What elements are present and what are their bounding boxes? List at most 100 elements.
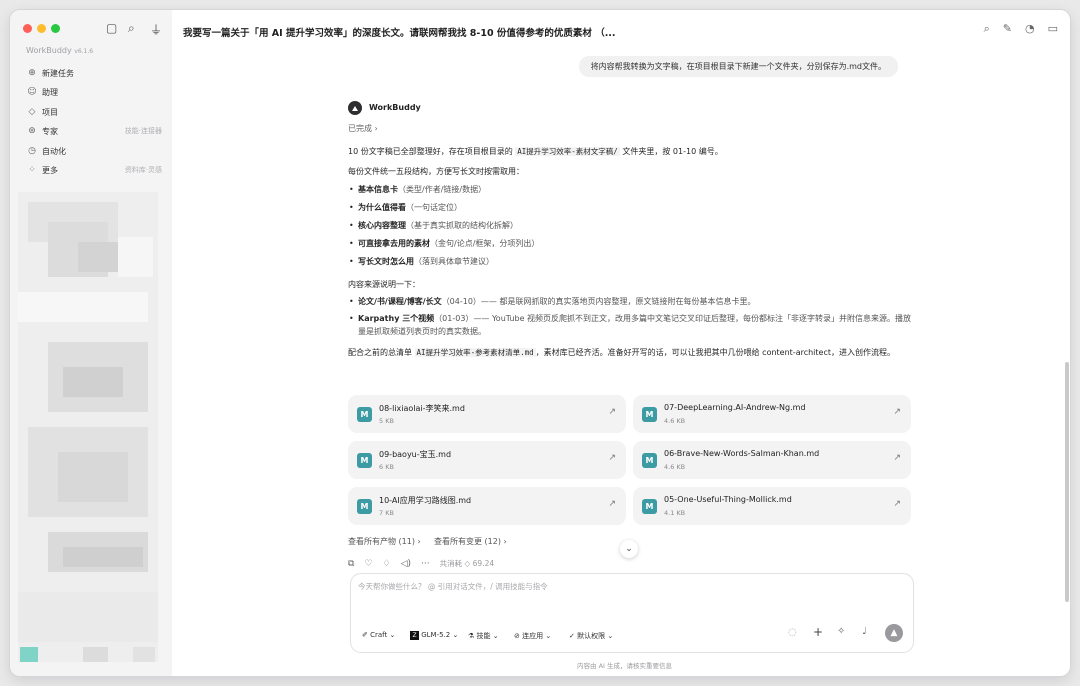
copy-icon[interactable]: ⧉ — [348, 559, 354, 569]
open-external-icon[interactable]: ↗ — [608, 407, 616, 417]
source-list: 论文/书/课程/博客/长文（04-10）—— 都是联网抓取的真实落地页内容整理，… — [348, 295, 914, 338]
sparkle-icon[interactable]: ✧ — [837, 626, 845, 637]
more-options-icon[interactable]: ··· — [421, 559, 430, 569]
scrollbar[interactable] — [1064, 50, 1070, 610]
thumbs-up-icon[interactable]: ♡ — [364, 559, 372, 569]
file-name: 07-DeepLearning.AI-Andrew-Ng.md — [664, 403, 806, 412]
chevron-right-icon: › — [374, 124, 378, 133]
list-item-rest: （类型/作者/链接/数据） — [398, 185, 487, 194]
file-card[interactable]: M 06-Brave-New-Words-Salman-Khan.md 4.6 … — [633, 441, 911, 479]
edit-icon[interactable]: ✎ — [1003, 22, 1012, 36]
automation-icon: ◷ — [28, 146, 36, 156]
craft-dropdown[interactable]: ✐ Craft ⌄ — [362, 631, 395, 639]
speaker-icon[interactable]: ◁) — [401, 559, 411, 569]
thumbs-down-icon[interactable]: ♢ — [383, 559, 391, 569]
sidebar-item-assistant[interactable]: ☺ 助理 — [26, 84, 166, 100]
scroll-to-bottom-button[interactable]: ⌄ — [620, 540, 638, 558]
skills-dropdown[interactable]: ⚗ 技能 ⌄ — [468, 631, 499, 641]
maximize-window-button[interactable] — [51, 24, 60, 33]
search-icon[interactable]: ⌕ — [128, 21, 135, 36]
list-item-bold: 为什么值得看 — [358, 203, 406, 212]
list-item: 基本信息卡（类型/作者/链接/数据） — [348, 183, 914, 196]
app-name: WorkBuddy v6.1.6 — [26, 46, 94, 55]
list-item: 核心内容整理（基于真实抓取的结构化拆解） — [348, 219, 914, 232]
chevron-down-icon: ⌄ — [452, 631, 459, 639]
sidebar-item-automation[interactable]: ◷ 自动化 — [26, 143, 166, 159]
file-card[interactable]: M 10-AI应用学习路线图.md 7 KB ↗ — [348, 487, 626, 525]
sidebar-item-label: 项目 — [42, 107, 58, 117]
list-item-rest: （金句/论点/框架，分项列出） — [430, 239, 540, 248]
closing-paragraph: 配合之前的总清单 AI提升学习效率-参考素材清单.md ，素材库已经齐活。准备好开… — [348, 346, 914, 359]
sidebar-item-label: 自动化 — [42, 146, 66, 156]
source-heading: 内容来源说明一下： — [348, 280, 420, 289]
sidebar-item-project[interactable]: ◇ 项目 — [26, 104, 166, 120]
sidebar-item-label: 专家 — [42, 126, 58, 136]
ai-disclaimer: 内容由 AI 生成，请核实重要信息 — [577, 662, 672, 670]
sidebar-item-hint: 技能·连接器 — [124, 127, 162, 135]
file-size: 4.1 KB — [664, 509, 686, 517]
markdown-file-icon: M — [642, 407, 657, 422]
structure-heading: 每份文件统一五段结构，方便写长文时按需取用： — [348, 167, 524, 176]
file-card[interactable]: M 08-lixiaolai-李笑来.md 5 KB ↗ — [348, 395, 626, 433]
composer-input[interactable]: 今天帮你做些什么？ @ 引用对话文件，/ 调用技能与指令 — [358, 581, 548, 592]
all-changes-link[interactable]: 查看所有变更 (12) › — [434, 536, 507, 547]
close-window-button[interactable] — [23, 24, 32, 33]
filter-icon[interactable]: ⏚ — [150, 21, 162, 38]
project-icon: ◇ — [28, 107, 36, 117]
chevron-down-icon: ⌄ — [607, 632, 614, 640]
file-card[interactable]: M 05-One-Useful-Thing-Mollick.md 4.1 KB … — [633, 487, 911, 525]
app-window: ▢ ⌕ ⏚ WorkBuddy v6.1.6 ⊕ 新建任务 ☺ 助理 ◇ 项目 … — [10, 10, 1070, 676]
open-external-icon[interactable]: ↗ — [608, 499, 616, 509]
shield-check-icon: ✓ — [569, 632, 575, 640]
skills-icon: ⚗ — [468, 632, 475, 640]
send-button[interactable]: ▲ — [885, 624, 903, 642]
sidebar: ▢ ⌕ ⏚ WorkBuddy v6.1.6 ⊕ 新建任务 ☺ 助理 ◇ 项目 … — [10, 10, 172, 676]
search-icon[interactable]: ⌕ — [984, 22, 990, 36]
open-external-icon[interactable]: ↗ — [608, 453, 616, 463]
file-name: 10-AI应用学习路线图.md — [379, 496, 472, 505]
chevron-down-icon: ⌄ — [545, 632, 552, 640]
list-item-bold: 核心内容整理 — [358, 221, 406, 230]
link-icon: ⊘ — [514, 632, 520, 640]
sidebar-item-hint: 资料库·灵感 — [124, 166, 162, 174]
markdown-file-icon: M — [357, 407, 372, 422]
sidebar-item-new-task[interactable]: ⊕ 新建任务 — [26, 65, 166, 81]
conversation-list-redacted — [18, 192, 158, 662]
add-attachment-icon[interactable]: + — [813, 625, 823, 639]
scrollbar-thumb[interactable] — [1065, 362, 1069, 602]
file-name: 08-lixiaolai-李笑来.md — [379, 404, 465, 413]
list-item-bold: 基本信息卡 — [358, 185, 398, 194]
history-icon[interactable]: ◔ — [1025, 22, 1035, 36]
open-external-icon[interactable]: ↗ — [893, 407, 901, 417]
file-size: 4.6 KB — [664, 463, 686, 471]
list-item: 写长文时怎么用（落到具体章节建议） — [348, 255, 914, 268]
plus-circle-icon: ⊕ — [28, 68, 36, 78]
list-item-rest: （基于真实抓取的结构化拆解） — [406, 221, 518, 230]
status-toggle[interactable]: 已完成 › — [348, 123, 378, 134]
status-label: 已完成 — [348, 124, 372, 133]
model-dropdown[interactable]: Z GLM-5.2 ⌄ — [410, 631, 458, 640]
permission-dropdown[interactable]: ✓ 默认权限 ⌄ — [569, 631, 613, 641]
microphone-icon[interactable]: ♩ — [862, 626, 867, 637]
minimize-window-button[interactable] — [37, 24, 46, 33]
toggle-sidebar-icon[interactable]: ▢ — [106, 21, 117, 35]
open-external-icon[interactable]: ↗ — [893, 453, 901, 463]
file-card[interactable]: M 07-DeepLearning.AI-Andrew-Ng.md 4.6 KB… — [633, 395, 911, 433]
panel-toggle-icon[interactable]: ▭ — [1048, 22, 1058, 36]
file-card[interactable]: M 09-baoyu-宝玉.md 6 KB ↗ — [348, 441, 626, 479]
expert-icon: ⊛ — [28, 126, 36, 136]
all-outputs-link[interactable]: 查看所有产物 (11) › — [348, 536, 421, 547]
sidebar-item-more[interactable]: ⁘ 更多 资料库·灵感 — [26, 162, 166, 178]
apps-dropdown[interactable]: ⊘ 连应用 ⌄ — [514, 631, 551, 641]
sidebar-item-expert[interactable]: ⊛ 专家 技能·连接器 — [26, 123, 166, 139]
main-panel: 我要写一篇关于「用 AI 提升学习效率」的深度长文。请联网帮我找 8-10 份值… — [172, 10, 1070, 676]
markdown-file-icon: M — [642, 499, 657, 514]
assistant-message: 10 份文字稿已全部整理好，存在项目根目录的 AI提升学习效率-素材文字稿/ 文… — [348, 145, 914, 359]
list-item-bold: 可直接拿去用的素材 — [358, 239, 430, 248]
message-actions: ⧉ ♡ ♢ ◁) ··· 共消耗 ◇ 69.24 — [348, 558, 494, 569]
list-item: 可直接拿去用的素材（金句/论点/框架，分项列出） — [348, 237, 914, 250]
list-item-rest: （一句话定位） — [406, 203, 462, 212]
open-external-icon[interactable]: ↗ — [893, 499, 901, 509]
file-name: 09-baoyu-宝玉.md — [379, 450, 452, 459]
list-item: 论文/书/课程/博客/长文（04-10）—— 都是联网抓取的真实落地页内容整理，… — [348, 295, 914, 308]
